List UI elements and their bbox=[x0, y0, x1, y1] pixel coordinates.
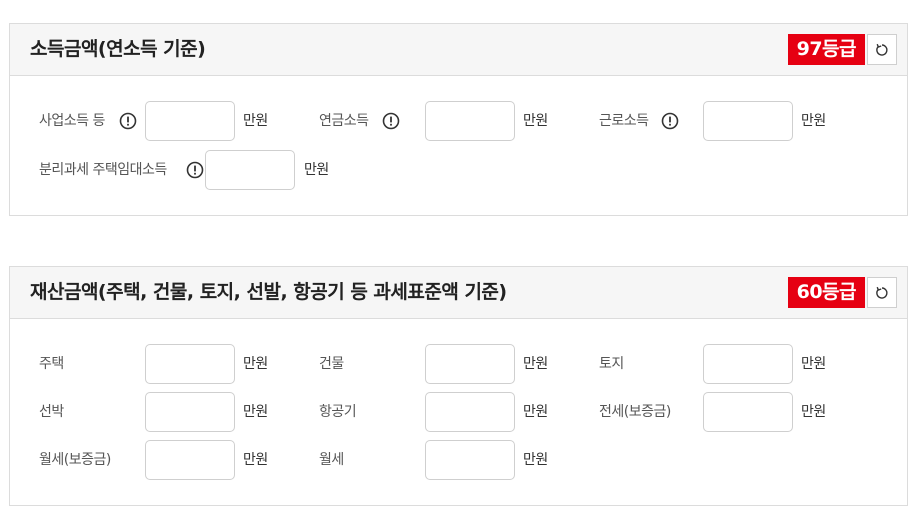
refresh-icon bbox=[876, 43, 888, 56]
jeonse-deposit-input[interactable] bbox=[703, 392, 793, 432]
field-label: 주택 bbox=[39, 356, 64, 372]
field-rental-income: 분리과세 주택임대소득 만원 bbox=[39, 150, 359, 190]
field-label: 항공기 bbox=[319, 404, 357, 420]
unit-label: 만원 bbox=[523, 113, 548, 129]
unit-label: 만원 bbox=[243, 356, 268, 372]
unit-label: 만원 bbox=[523, 404, 548, 420]
field-label: 사업소득 등 bbox=[39, 113, 105, 129]
property-panel-header: 재산금액(주택, 건물, 토지, 선발, 항공기 등 과세표준액 기준) 60등… bbox=[10, 267, 907, 319]
field-label: 월세 bbox=[319, 452, 344, 468]
info-circle-icon[interactable] bbox=[186, 161, 204, 179]
field-label: 토지 bbox=[599, 356, 624, 372]
monthly-rent-input[interactable] bbox=[425, 440, 515, 480]
refresh-icon bbox=[876, 286, 888, 299]
unit-label: 만원 bbox=[243, 113, 268, 129]
field-business-income: 사업소득 등 만원 bbox=[39, 101, 339, 141]
field-house: 주택 만원 bbox=[39, 344, 319, 384]
field-aircraft: 항공기 만원 bbox=[319, 392, 599, 432]
field-monthly-deposit: 월세(보증금) 만원 bbox=[39, 440, 319, 480]
field-label: 근로소득 bbox=[599, 113, 649, 129]
field-ship: 선박 만원 bbox=[39, 392, 319, 432]
aircraft-input[interactable] bbox=[425, 392, 515, 432]
unit-label: 만원 bbox=[523, 356, 548, 372]
rental-income-input[interactable] bbox=[205, 150, 295, 190]
property-grade-badge: 60등급 bbox=[787, 277, 865, 308]
property-panel-title: 재산금액(주택, 건물, 토지, 선발, 항공기 등 과세표준액 기준) bbox=[30, 281, 507, 303]
monthly-deposit-input[interactable] bbox=[145, 440, 235, 480]
info-circle-icon[interactable] bbox=[382, 112, 400, 130]
property-reset-button[interactable] bbox=[867, 277, 897, 308]
field-land: 토지 만원 bbox=[599, 344, 879, 384]
income-panel-title: 소득금액(연소득 기준) bbox=[30, 38, 206, 60]
field-monthly-rent: 월세 만원 bbox=[319, 440, 599, 480]
field-building: 건물 만원 bbox=[319, 344, 599, 384]
field-label: 건물 bbox=[319, 356, 344, 372]
info-circle-icon[interactable] bbox=[661, 112, 679, 130]
info-circle-icon[interactable] bbox=[119, 112, 137, 130]
pension-income-input[interactable] bbox=[425, 101, 515, 141]
earned-income-input[interactable] bbox=[703, 101, 793, 141]
income-panel: 소득금액(연소득 기준) 97등급 사업소득 등 만원 연금소득 만원 근로소득… bbox=[9, 23, 908, 216]
field-label: 선박 bbox=[39, 404, 64, 420]
unit-label: 만원 bbox=[243, 404, 268, 420]
unit-label: 만원 bbox=[523, 452, 548, 468]
unit-label: 만원 bbox=[801, 113, 826, 129]
field-label: 연금소득 bbox=[319, 113, 369, 129]
property-panel: 재산금액(주택, 건물, 토지, 선발, 항공기 등 과세표준액 기준) 60등… bbox=[9, 266, 908, 506]
field-pension-income: 연금소득 만원 bbox=[319, 101, 619, 141]
income-panel-header: 소득금액(연소득 기준) 97등급 bbox=[10, 24, 907, 76]
building-input[interactable] bbox=[425, 344, 515, 384]
unit-label: 만원 bbox=[801, 404, 826, 420]
unit-label: 만원 bbox=[243, 452, 268, 468]
field-jeonse-deposit: 전세(보증금) 만원 bbox=[599, 392, 879, 432]
unit-label: 만원 bbox=[304, 162, 329, 178]
field-label: 전세(보증금) bbox=[599, 404, 671, 420]
house-input[interactable] bbox=[145, 344, 235, 384]
unit-label: 만원 bbox=[801, 356, 826, 372]
income-grade-badge: 97등급 bbox=[787, 34, 865, 65]
income-reset-button[interactable] bbox=[867, 34, 897, 65]
field-label: 월세(보증금) bbox=[39, 452, 111, 468]
land-input[interactable] bbox=[703, 344, 793, 384]
field-earned-income: 근로소득 만원 bbox=[599, 101, 899, 141]
business-income-input[interactable] bbox=[145, 101, 235, 141]
field-label: 분리과세 주택임대소득 bbox=[39, 162, 167, 178]
ship-input[interactable] bbox=[145, 392, 235, 432]
